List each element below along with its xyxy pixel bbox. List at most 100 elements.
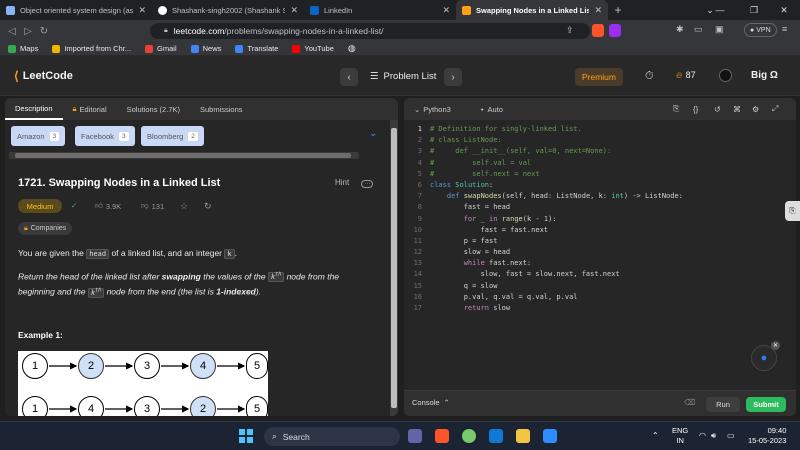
submit-button[interactable]: Submit [746,397,786,412]
reset-icon[interactable]: ↺ [714,105,721,114]
company-tag[interactable]: Amazon 3 [11,126,66,146]
share-icon[interactable]: ⇪ [566,25,574,36]
sidebar-icon[interactable]: ▭ [694,24,703,35]
close-icon[interactable]: ✕ [138,5,146,16]
prev-problem-button[interactable]: ‹ [340,68,358,86]
code-line[interactable]: 16 p.val, q.val = q.val, p.val [404,292,796,303]
code-line[interactable]: 9 for _ in range (k - 1): [404,214,796,225]
tab-description[interactable]: Description [5,98,63,120]
code-line[interactable]: 10 fast = fast.next [404,225,796,236]
avatar[interactable] [719,69,732,82]
bookmark-translate[interactable]: Translate [235,44,278,53]
auto-mode-toggle[interactable]: • Auto [481,105,503,114]
code-line[interactable]: 7 def swapNodes (self, head: ListNode, k:… [404,191,796,202]
browser-tab[interactable]: Object oriented system design (askbo ✕ [0,0,152,20]
vertical-scrollbar[interactable] [390,120,398,416]
file-explorer-icon[interactable] [516,429,530,443]
windows-start-icon[interactable] [239,429,253,443]
horizontal-scrollbar[interactable] [9,152,359,159]
code-line[interactable]: 13 while fast.next: [404,258,796,269]
next-problem-button[interactable]: › [444,68,462,86]
vpn-button[interactable]: ● VPN [744,23,777,37]
refresh-icon[interactable]: ↻ [204,201,212,212]
braces-icon[interactable]: {} [693,105,698,114]
settings-icon[interactable]: ⚙ [752,105,759,114]
trash-icon[interactable]: ⌫ [684,398,695,407]
wifi-icon[interactable]: ◠ [699,431,706,440]
new-tab-button[interactable]: + [608,0,628,20]
premium-button[interactable]: Premium [575,68,623,86]
more-icon[interactable]: ··· [361,180,374,188]
tab-submissions[interactable]: Submissions [190,98,253,120]
language-select[interactable]: ⌄ Python3 [414,105,451,114]
taskbar-search[interactable]: ⌕ Search [264,427,400,446]
language-indicator[interactable]: ENG IN [672,426,688,446]
expand-icon[interactable]: ⤢ [772,104,778,114]
code-line[interactable]: 12 slow = head [404,247,796,258]
code-line[interactable]: 1 # Definition for singly-linked list. [404,124,796,135]
code-line[interactable]: 2 # class ListNode: [404,135,796,146]
teams-icon[interactable] [408,429,422,443]
forward-icon[interactable]: ▷ [20,26,36,37]
chevron-up-icon[interactable]: ⌃ [652,431,659,440]
company-tag[interactable]: Bloomberg 2 [141,126,204,146]
code-line[interactable]: 8 fast = head [404,202,796,213]
company-tag[interactable]: Facebook 3 [75,126,135,146]
bookmark-icon[interactable]: ⎘ [673,104,679,114]
star-icon[interactable]: ☆ [180,201,188,212]
side-copy-icon[interactable]: ⎘ [785,201,800,221]
tab-solutions[interactable]: Solutions (2.7K) [117,98,190,120]
code-line[interactable]: 5 # self.next = next [404,169,796,180]
close-icon[interactable]: ✕ [771,341,780,350]
shortcuts-icon[interactable]: ⌘ [733,105,741,114]
url-field[interactable]: 🔒︎ leetcode.com /problems/swapping-nodes… [150,23,590,39]
code-line[interactable]: 4 # self.val = val [404,158,796,169]
code-line[interactable]: 6 class Solution: [404,180,796,191]
code-area[interactable]: 1 # Definition for singly-linked list. 2 # … [404,124,796,314]
rewards-icon[interactable] [609,24,621,37]
console-toggle[interactable]: Console ⌃ [412,398,450,407]
code-line[interactable]: 17 return slow [404,303,796,314]
volume-icon[interactable]: 🔊︎ [711,431,716,441]
mail-icon[interactable] [489,429,503,443]
like-button[interactable]: 👍︎ 3.9K [95,201,121,211]
tab-editorial[interactable]: 🔒︎ Editorial [63,98,117,120]
bookmark-maps[interactable]: Maps [8,44,38,53]
leetcode-logo[interactable]: ⟨ LeetCode [14,69,73,83]
chevron-down-icon[interactable]: ⌄ [369,128,377,139]
store-icon[interactable] [543,429,557,443]
browser-tab[interactable]: Shashank-singh2002 (Shashank Singh) ✕ [152,0,304,20]
bookmark-folder[interactable]: Imported from Chr... [52,44,131,53]
extensions-icon[interactable]: ✱ [676,24,684,35]
app-icon[interactable] [462,429,476,443]
wallet-icon[interactable]: ▣ [715,24,724,35]
bookmark-gmail[interactable]: Gmail [145,44,177,53]
reload-icon[interactable]: ↻ [36,26,52,37]
problem-list-button[interactable]: ☰ Problem List [370,71,436,82]
clock[interactable]: 09:40 15-05-2023 [748,426,786,446]
hint-button[interactable]: Hint ··· [335,178,374,188]
code-line[interactable]: 11 p = fast [404,236,796,247]
dislike-button[interactable]: 👎︎ 131 [141,201,164,211]
scrollbar-thumb[interactable] [391,128,397,408]
brave-shield-icon[interactable] [592,24,604,37]
brave-icon[interactable] [435,429,449,443]
bookmark-news[interactable]: News [190,44,221,53]
close-icon[interactable]: ✕ [290,5,298,16]
bookmark-youtube[interactable]: YouTube [292,44,334,53]
menu-icon[interactable]: ≡ [782,24,787,34]
battery-icon[interactable]: ▭ [727,431,735,440]
code-line[interactable]: 14 slow, fast = slow.next, fast.next [404,269,796,280]
back-icon[interactable]: ◁ [4,26,20,37]
close-window-button[interactable]: ✕ [766,0,800,20]
browser-tab[interactable]: LinkedIn ✕ [304,0,456,20]
minimize-button[interactable]: — [702,0,738,20]
companies-button[interactable]: 🔒︎ Companies [18,222,73,235]
run-button[interactable]: Run [706,397,740,412]
code-line[interactable]: 15 q = slow [404,281,796,292]
bookmark-globe[interactable]: ◍ [348,43,356,54]
timer-icon[interactable]: ⏱ [645,70,654,83]
scrollbar-thumb[interactable] [15,153,351,158]
close-icon[interactable]: ✕ [594,5,602,16]
user-name[interactable]: Big Ω [751,70,778,81]
